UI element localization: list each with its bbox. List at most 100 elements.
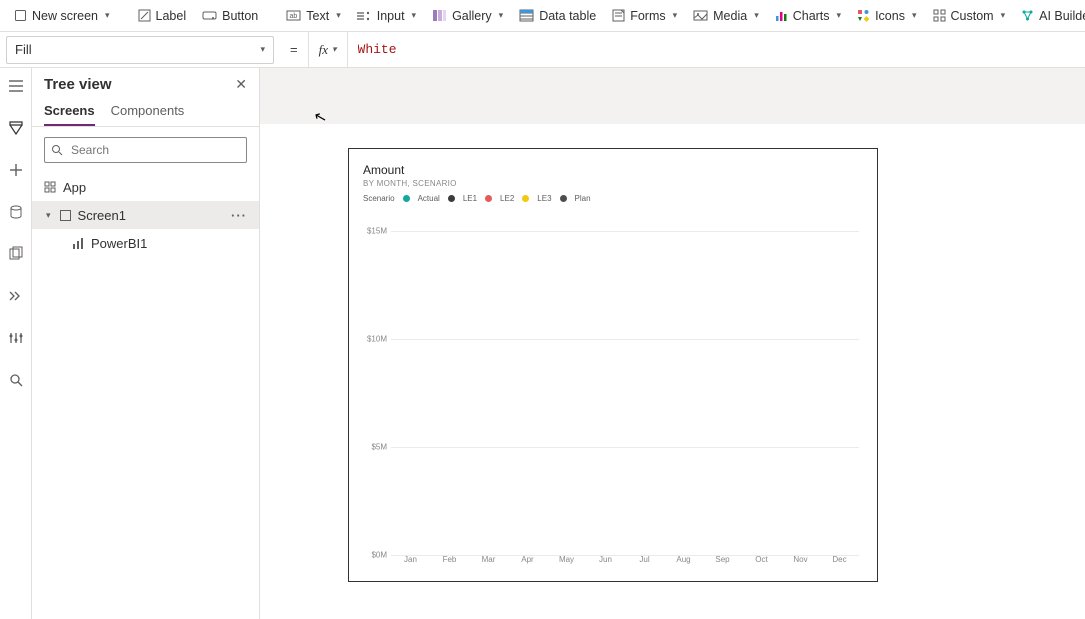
button-label: Button — [222, 9, 258, 23]
x-tick-label: Nov — [781, 555, 820, 573]
chevron-down-icon: ▾ — [912, 10, 917, 21]
property-selector[interactable]: Fill ▾ — [6, 36, 274, 64]
tab-components[interactable]: Components — [111, 97, 185, 126]
label-button[interactable]: Label — [132, 6, 193, 26]
y-tick-label: $10M — [367, 334, 387, 343]
chart-icon — [72, 237, 85, 250]
charts-label: Charts — [793, 9, 830, 23]
close-icon[interactable]: ✕ — [235, 76, 247, 93]
icons-button[interactable]: Icons ▾ — [851, 6, 922, 26]
chevron-down-icon: ▾ — [673, 10, 678, 21]
x-tick-label: Feb — [430, 555, 469, 573]
x-tick-label: Jul — [625, 555, 664, 573]
fx-button[interactable]: fx ▾ — [308, 32, 347, 67]
equals-sign: = — [280, 42, 308, 57]
button-button[interactable]: Button — [196, 6, 264, 26]
more-button[interactable]: ··· — [231, 208, 247, 223]
tree-node-label: PowerBI1 — [91, 236, 147, 251]
chart-subtitle: BY MONTH, SCENARIO — [363, 179, 863, 188]
y-axis: $0M$5M$10M$15M — [363, 209, 391, 555]
forms-button[interactable]: Forms ▾ — [606, 6, 683, 26]
ai-builder-button[interactable]: AI Builder ▾ — [1015, 6, 1085, 26]
tree-node-powerbi1[interactable]: PowerBI1 — [32, 229, 259, 257]
tree-node-screen1[interactable]: ▾ Screen1 ··· — [32, 201, 259, 229]
new-screen-button[interactable]: New screen ▾ — [8, 6, 116, 26]
tree-node-label: App — [63, 180, 86, 195]
tab-screens[interactable]: Screens — [44, 97, 95, 126]
input-label: Input — [377, 9, 405, 23]
chevron-down-icon: ▾ — [412, 10, 417, 21]
chevron-down-icon: ▾ — [105, 10, 110, 21]
chevron-down-icon: ▾ — [499, 10, 504, 21]
charts-icon — [775, 9, 788, 22]
data-table-label: Data table — [539, 9, 596, 23]
text-button[interactable]: ab Text ▾ — [280, 6, 346, 26]
legend-item-label: Plan — [575, 194, 591, 203]
custom-icon — [933, 9, 946, 22]
chart-plot: $0M$5M$10M$15M JanFebMarAprMayJunJulAugS… — [363, 209, 863, 573]
chevron-down-icon: ▾ — [837, 10, 842, 21]
tree-node-app[interactable]: App — [32, 173, 259, 201]
legend-swatch — [560, 195, 567, 202]
screen-surface[interactable]: Amount BY MONTH, SCENARIO ScenarioActual… — [260, 124, 1085, 619]
tree-view-rail-button[interactable] — [4, 116, 28, 140]
input-icon — [357, 9, 372, 22]
icons-icon — [857, 9, 870, 22]
media-label: Media — [713, 9, 747, 23]
chevron-down-icon: ▾ — [1001, 10, 1006, 21]
chevron-down-icon: ▾ — [754, 10, 759, 21]
screen-icon — [14, 9, 27, 22]
legend-title: Scenario — [363, 194, 395, 203]
ai-builder-label: AI Builder — [1039, 9, 1085, 23]
hamburger-button[interactable] — [4, 74, 28, 98]
tree-node-label: Screen1 — [78, 208, 126, 223]
custom-label: Custom — [951, 9, 994, 23]
search-input[interactable] — [69, 142, 240, 158]
legend-item-label: LE3 — [537, 194, 551, 203]
settings-rail-button[interactable] — [4, 326, 28, 350]
search-rail-button[interactable] — [4, 368, 28, 392]
tree-header: Tree view ✕ — [32, 68, 259, 97]
chart-legend: ScenarioActualLE1LE2LE3Plan — [363, 194, 863, 203]
search-icon — [51, 144, 63, 156]
flow-rail-button[interactable] — [4, 284, 28, 308]
text-label: Text — [306, 9, 329, 23]
gallery-button[interactable]: Gallery ▾ — [426, 6, 509, 26]
app-icon — [44, 181, 57, 194]
media-button[interactable]: Media ▾ — [687, 6, 765, 26]
legend-item-label: Actual — [418, 194, 440, 203]
canvas[interactable]: ↖ Amount BY MONTH, SCENARIO ScenarioActu… — [260, 68, 1085, 619]
custom-button[interactable]: Custom ▾ — [927, 6, 1012, 26]
label-label: Label — [156, 9, 187, 23]
input-button[interactable]: Input ▾ — [351, 6, 422, 26]
x-tick-label: May — [547, 555, 586, 573]
media-rail-button[interactable] — [4, 242, 28, 266]
forms-label: Forms — [630, 9, 665, 23]
data-table-button[interactable]: Data table — [513, 6, 602, 26]
chevron-down-icon[interactable]: ▾ — [46, 210, 51, 221]
label-icon — [138, 9, 151, 22]
button-icon — [202, 9, 217, 22]
formula-input[interactable] — [347, 32, 1085, 67]
powerbi-visual[interactable]: Amount BY MONTH, SCENARIO ScenarioActual… — [348, 148, 878, 582]
charts-button[interactable]: Charts ▾ — [769, 6, 847, 26]
x-tick-label: Oct — [742, 555, 781, 573]
data-table-icon — [519, 9, 534, 22]
gallery-label: Gallery — [452, 9, 492, 23]
chart-container: Amount BY MONTH, SCENARIO ScenarioActual… — [349, 149, 877, 581]
x-tick-label: Apr — [508, 555, 547, 573]
data-rail-button[interactable] — [4, 200, 28, 224]
x-tick-label: Mar — [469, 555, 508, 573]
insert-rail-button[interactable] — [4, 158, 28, 182]
chevron-down-icon: ▾ — [260, 44, 265, 55]
search-input-wrapper[interactable] — [44, 137, 247, 163]
forms-icon — [612, 9, 625, 22]
screen-icon — [59, 209, 72, 222]
x-tick-label: Aug — [664, 555, 703, 573]
x-tick-label: Jan — [391, 555, 430, 573]
legend-swatch — [448, 195, 455, 202]
svg-text:ab: ab — [290, 13, 298, 20]
tree-title: Tree view — [44, 76, 112, 93]
ai-builder-icon — [1021, 9, 1034, 22]
y-tick-label: $0M — [371, 551, 387, 560]
